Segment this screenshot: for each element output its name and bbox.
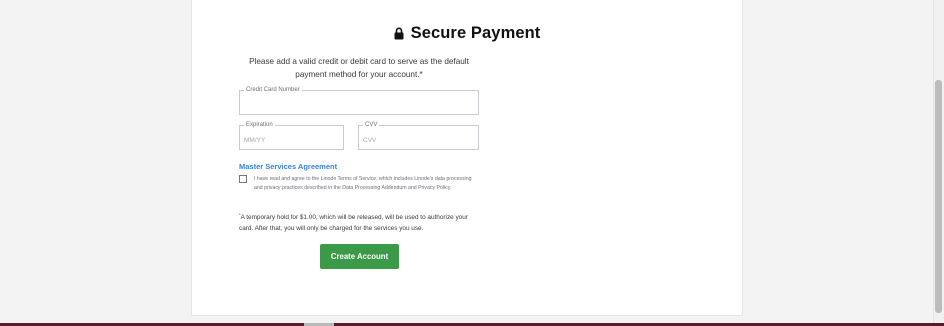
expiration-input[interactable] [240,126,343,149]
hold-note-text: A temporary hold for $1.00, which will b… [239,214,468,232]
cvv-field[interactable]: CVV [358,121,479,150]
agree-checkbox[interactable] [239,175,247,183]
card-number-field[interactable]: Credit Card Number [239,86,479,115]
card-number-input[interactable] [240,91,478,114]
expiration-field[interactable]: Expiration [239,121,344,150]
lock-icon [394,27,404,40]
page-title: Secure Payment [410,24,541,42]
intro-text: Please add a valid credit or debit card … [249,57,469,79]
scrollbar[interactable] [933,0,944,326]
scrollbar-thumb[interactable] [935,80,942,313]
title-row: Secure Payment [192,24,742,43]
create-account-button[interactable]: Create Account [320,244,399,269]
master-services-agreement-link[interactable]: Master Services Agreement [239,162,337,171]
payment-card: Secure Payment Please add a valid credit… [191,0,743,316]
cvv-input[interactable] [359,126,478,149]
agreement-text: I have read and agree to the Linode Term… [254,176,472,191]
hold-note: *A temporary hold for $1.00, which will … [239,210,483,234]
